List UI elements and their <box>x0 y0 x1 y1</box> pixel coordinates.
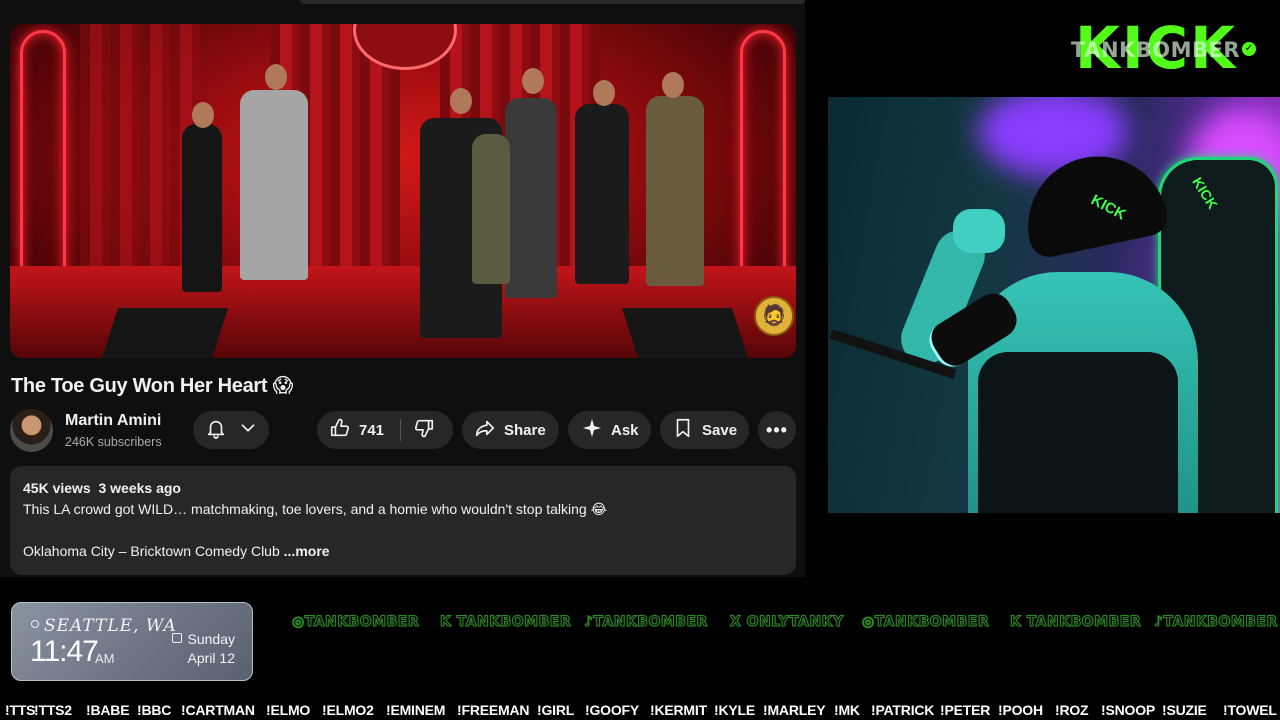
clock-time: 11:47 <box>30 635 99 668</box>
command-item: !SUZIE <box>1162 702 1207 718</box>
performer <box>182 124 222 292</box>
dislike-button[interactable] <box>413 417 435 443</box>
command-item: !BABE <box>86 702 130 718</box>
sparkle-icon <box>581 417 603 443</box>
stage-speaker <box>621 308 749 358</box>
chevron-down-icon <box>237 417 259 443</box>
clock-day: Sunday <box>187 631 235 647</box>
thumbs-down-icon <box>413 419 435 443</box>
calendar-icon <box>172 633 182 643</box>
channel-watermark: 🧔 <box>754 296 794 336</box>
performer <box>472 134 510 284</box>
clock-ampm: AM <box>95 651 115 666</box>
more-icon: ••• <box>766 419 788 440</box>
command-item: !TTS <box>5 702 36 718</box>
command-item: !TTS2 <box>34 702 72 718</box>
performer-head <box>192 102 214 128</box>
share-label: Share <box>504 421 546 439</box>
command-item: !KYLE <box>714 702 756 718</box>
channel-name[interactable]: Martin Amini <box>65 412 161 430</box>
youtube-panel: 🧔 The Toe Guy Won Her Heart 😱 Martin Ami… <box>0 0 805 577</box>
show-more-link[interactable]: ...more <box>284 543 330 559</box>
command-item: !KERMIT <box>650 702 707 718</box>
save-label: Save <box>702 421 738 439</box>
share-button[interactable]: Share <box>462 411 559 449</box>
streamer-fist <box>953 209 1005 253</box>
command-item: !EMINEM <box>386 702 446 718</box>
performer-head <box>593 80 615 106</box>
neon-arch-right <box>740 30 786 290</box>
command-item: !POOH <box>998 702 1043 718</box>
subscriber-count: 246K subscribers <box>65 435 162 449</box>
kick-username: TANKBOMBER <box>1071 38 1241 62</box>
save-button[interactable]: Save <box>660 411 749 449</box>
performer <box>575 104 629 284</box>
performer <box>505 98 557 298</box>
ticker-item: ♪TANKBOMBER <box>1154 614 1278 631</box>
command-item: !BBC <box>137 702 172 718</box>
ticker-item: ◎TANKBOMBER <box>861 614 990 631</box>
performer-head <box>522 68 544 94</box>
command-item: !GOOFY <box>585 702 640 718</box>
command-item: !GIRL <box>537 702 575 718</box>
location-pin-icon <box>31 620 39 628</box>
ticker-item: X ONLYTANKY <box>730 614 844 631</box>
view-stats: 45K views 3 weeks ago <box>23 480 181 496</box>
command-item: !ELMO <box>266 702 311 718</box>
performer <box>646 96 704 286</box>
description-box[interactable]: 45K views 3 weeks ago This LA crowd got … <box>10 466 796 575</box>
verified-check-icon: ✓ <box>1242 42 1256 56</box>
bookmark-icon <box>672 417 694 443</box>
command-item: !ELMO2 <box>322 702 374 718</box>
neon-arch-left <box>20 30 66 290</box>
like-count: 741 <box>359 421 385 439</box>
share-arrow-icon <box>474 417 496 443</box>
bell-icon <box>205 417 227 443</box>
description-location-text: Oklahoma City – Bricktown Comedy Club <box>23 543 284 559</box>
command-item: !TOWEL <box>1223 702 1277 718</box>
divider <box>400 419 402 441</box>
channel-avatar[interactable] <box>10 409 53 452</box>
ticker-item: K TANKBOMBER <box>1009 614 1142 631</box>
notification-button[interactable] <box>193 411 269 449</box>
social-ticker: KY ◎TANKBOMBER K TANKBOMBER ♪TANKBOMBER … <box>258 614 1280 636</box>
clock-date: April 12 <box>187 650 235 666</box>
top-bar <box>300 0 805 4</box>
command-item: !PATRICK <box>871 702 935 718</box>
command-item: !PETER <box>940 702 991 718</box>
ticker-item: ◎TANKBOMBER <box>291 614 420 631</box>
video-title: The Toe Guy Won Her Heart 😱 <box>11 375 294 397</box>
clock-city: SEATTLE, WA <box>44 616 177 636</box>
like-button[interactable]: 741 <box>329 417 384 443</box>
performer-head <box>450 88 472 114</box>
streamer-top <box>978 352 1178 513</box>
performer-head <box>265 64 287 90</box>
command-item: !ROZ <box>1055 702 1089 718</box>
description-text: This LA crowd got WILD… matchmaking, toe… <box>23 501 607 517</box>
command-item: !CARTMAN <box>181 702 255 718</box>
ask-button[interactable]: Ask <box>568 411 651 449</box>
like-dislike-group: 741 <box>317 411 453 449</box>
ask-label: Ask <box>611 421 639 439</box>
description-location: Oklahoma City – Bricktown Comedy Club ..… <box>23 543 330 559</box>
more-actions-button[interactable]: ••• <box>758 411 796 449</box>
video-player[interactable]: 🧔 <box>10 24 796 358</box>
command-item: !MK <box>834 702 860 718</box>
command-item: !SNOOP <box>1101 702 1156 718</box>
tts-commands-bar: !TTS !TTS2 !BABE !BBC !CARTMAN !ELMO !ELMO2 !EM… <box>0 699 1280 720</box>
thumbs-up-icon <box>329 417 351 443</box>
command-item: !MARLEY <box>763 702 826 718</box>
stage-speaker <box>101 308 229 358</box>
webcam-feed: KICK KICK <box>828 97 1280 513</box>
ticker-item: ♪TANKBOMBER <box>584 614 708 631</box>
performer <box>240 90 308 280</box>
clock-widget: SEATTLE, WA 11:47 AM Sunday April 12 <box>11 602 253 681</box>
command-item: !FREEMAN <box>457 702 530 718</box>
ticker-item: K TANKBOMBER <box>439 614 572 631</box>
performer-head <box>662 72 684 98</box>
